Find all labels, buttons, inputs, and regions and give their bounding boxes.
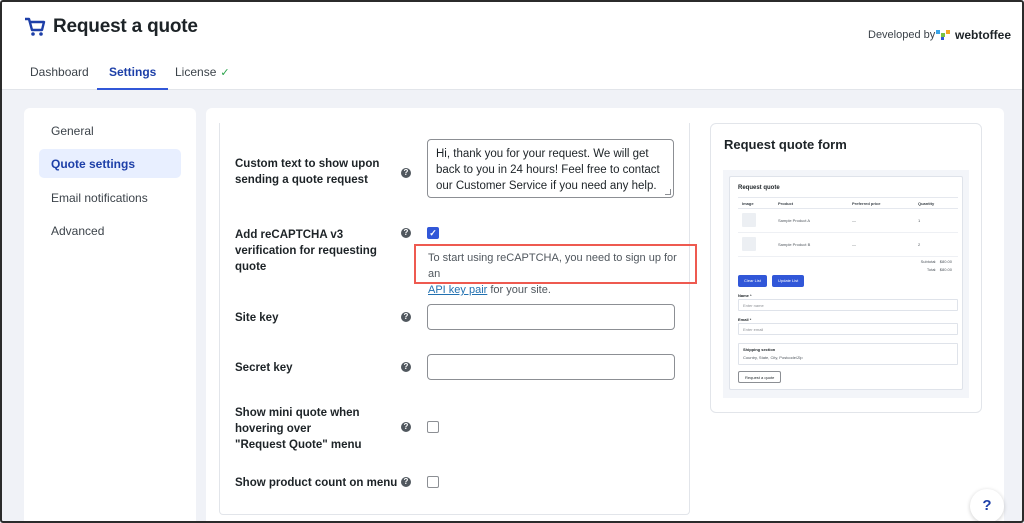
quantity: 1 [918,218,921,223]
cart-icon [25,17,46,36]
webtoffee-logo[interactable]: webtoffee [936,28,1011,42]
site-key-input[interactable] [427,304,675,330]
table-row: Sample Product A — 1 [738,209,958,233]
product-name: Sample Product B [778,242,811,247]
recaptcha-note: To start using reCAPTCHA, you need to si… [414,244,697,296]
preview-title: Request quote form [724,137,847,152]
recaptcha-checkbox[interactable]: ✓ [427,227,439,239]
help-icon[interactable]: ? [401,422,411,432]
tab-label: License [175,65,217,79]
recaptcha-note-text: To start using reCAPTCHA, you need to si… [428,252,677,280]
sidebar-item-general[interactable]: General [39,116,181,145]
settings-panel: Custom text to show upon sending a quote… [219,123,697,515]
form-preview-card: Request quote form Request quote Image P… [710,123,982,413]
total-row: Total: $80.00 [927,267,952,272]
tab-dashboard[interactable]: Dashboard [30,65,89,90]
secret-key-input[interactable] [427,354,675,380]
tab-license[interactable]: License ✓ [175,65,230,90]
sidebar-item-quote-settings[interactable]: Quote settings [39,149,181,178]
sidebar-item-label: General [51,124,94,138]
total-label: Total: [926,267,937,272]
total-value: $80.00 [939,267,952,272]
subtotal-value: $80.00 [939,259,952,264]
help-icon[interactable]: ? [401,168,411,178]
preferred-price: — [852,218,856,223]
sidebar-item-label: Advanced [51,224,105,238]
main-content: Custom text to show upon sending a quote… [206,108,1004,521]
sidebar-item-label: Email notifications [51,191,148,205]
name-input: Enter name [738,299,958,311]
custom-text-label: Custom text to show upon sending a quote… [235,158,380,186]
help-icon[interactable]: ? [401,362,411,372]
header: Request a quote Developed by webtoffee D… [2,2,1022,90]
shipping-text: Country, State, City, Postcode/Zip [743,355,803,360]
help-icon[interactable]: ? [401,477,411,487]
page-title: Request a quote [53,16,198,37]
column-header: Product [778,201,794,206]
site-key-label: Site key [235,312,279,324]
checkmark-icon: ✓ [429,228,437,238]
recaptcha-label: Add reCAPTCHA v3 verification for reques… [235,229,377,273]
custom-text-textarea[interactable]: Hi, thank you for your request. We will … [427,139,674,198]
sidebar-item-email-notifications[interactable]: Email notifications [39,183,181,212]
column-header: Image [742,201,754,206]
developed-by-label: Developed by [868,29,936,41]
email-input: Enter email [738,323,958,335]
product-thumbnail [742,213,756,227]
column-header: Preferred price [852,201,881,206]
product-count-label: Show product count on menu [235,477,398,489]
mini-table-header: Image Product Preferred price Quantity [738,197,958,209]
mini-quote-checkbox[interactable] [427,421,439,433]
column-header: Quantity [918,201,935,206]
subtotal-row: Subtotal: $80.00 [921,259,952,264]
name-label: Name * [738,293,752,298]
check-icon: ✓ [220,67,230,79]
update-list-button: Update List [772,275,805,287]
product-name: Sample Product A [778,218,811,223]
help-icon[interactable]: ? [401,228,411,238]
app-window: Request a quote Developed by webtoffee D… [0,0,1024,523]
tab-settings[interactable]: Settings [97,65,169,90]
help-icon[interactable]: ? [401,312,411,322]
email-label: Email * [738,317,752,322]
subtotal-label: Subtotal: [920,259,937,264]
webtoffee-logo-icon [936,30,952,40]
mini-quote-form: Request quote Image Product Preferred pr… [729,176,963,390]
secret-key-label: Secret key [235,362,293,374]
tab-label: Dashboard [30,65,89,79]
sidebar-item-advanced[interactable]: Advanced [39,216,181,245]
clear-list-button: Clear List [738,275,767,287]
shipping-section: Shipping section Country, State, City, P… [738,343,958,365]
product-count-checkbox[interactable] [427,476,439,488]
custom-text-value: Hi, thank you for your request. We will … [436,148,660,192]
brand-name: webtoffee [955,28,1012,42]
mini-quote-label: Show mini quote when hovering over "Requ… [235,407,362,451]
mini-form-title: Request quote [738,185,780,191]
tab-label: Settings [109,65,157,79]
preview-image: Request quote Image Product Preferred pr… [723,170,969,398]
shipping-label: Shipping section [743,347,776,352]
sidebar-item-label: Quote settings [51,157,136,171]
request-quote-button: Request a quote [738,371,782,383]
settings-sidebar: General Quote settings Email notificatio… [24,108,196,521]
preferred-price: — [852,242,856,247]
recaptcha-note-suffix: for your site. [487,284,551,296]
product-thumbnail [742,237,756,251]
api-key-pair-link[interactable]: API key pair [428,284,487,296]
resize-handle-icon[interactable] [665,189,671,195]
help-button[interactable]: ? [970,489,1004,521]
quantity: 2 [918,242,921,247]
table-row: Sample Product B — 2 [738,233,958,257]
